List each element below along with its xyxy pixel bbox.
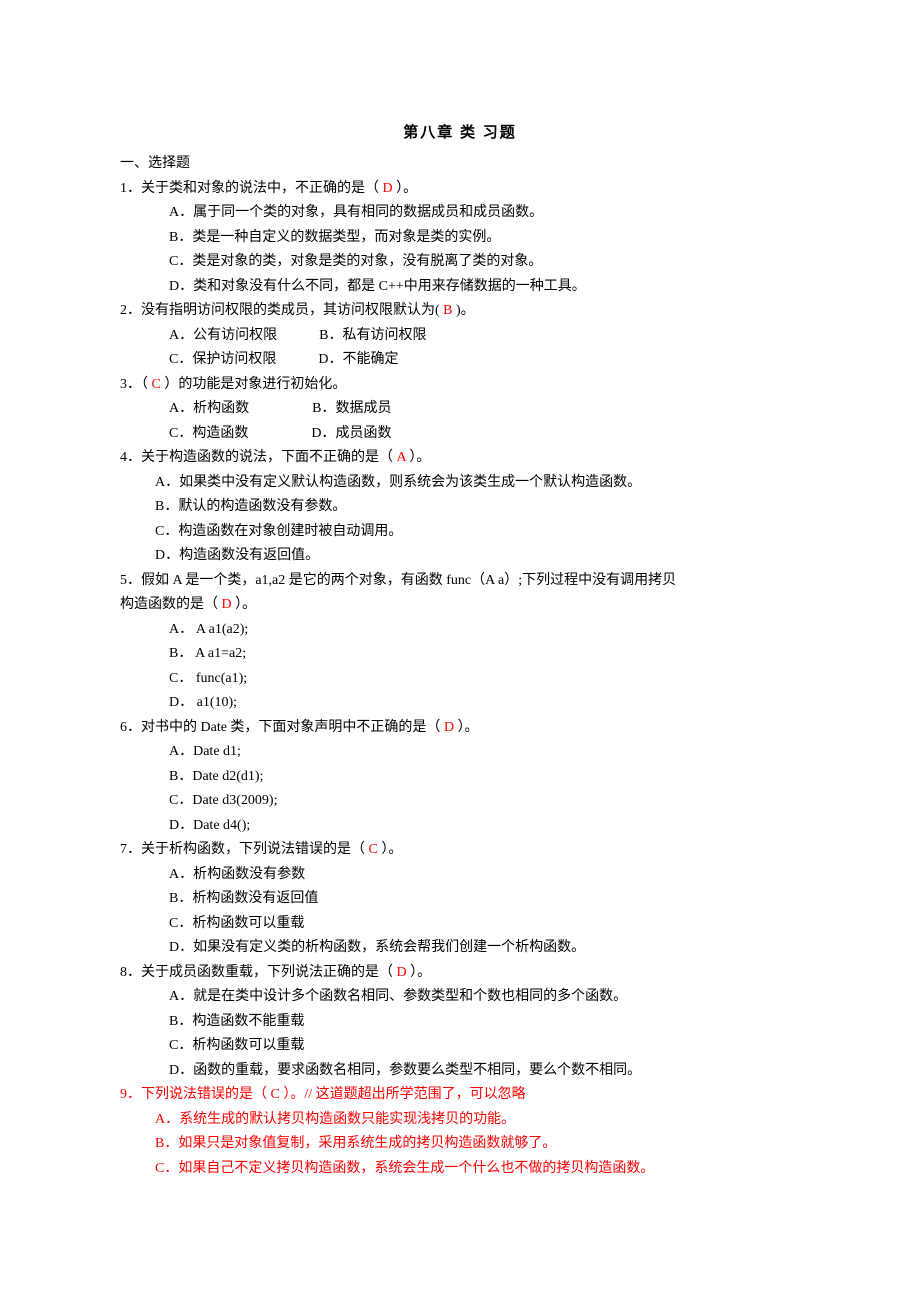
chapter-title: 第八章 类 习题 xyxy=(120,120,800,146)
q6-stem-b: ）。 xyxy=(454,720,479,735)
q6-options: A．Date d1; B．Date d2(d1); C．Date d3(2009… xyxy=(120,740,800,838)
q1-option-a: A．属于同一个类的对象，具有相同的数据成员和成员函数。 xyxy=(169,201,800,226)
q9-option-a: A．系统生成的默认拷贝构造函数只能实现浅拷贝的功能。 xyxy=(155,1108,800,1133)
q1-stem-b: ）。 xyxy=(393,181,418,196)
q9-options: A．系统生成的默认拷贝构造函数只能实现浅拷贝的功能。 B．如果只是对象值复制，采… xyxy=(120,1108,800,1182)
question-9: 9．下列说法错误的是（ C ）。// 这道题超出所学范围了，可以忽略 A．系统生… xyxy=(120,1083,800,1181)
q5-option-b: B． A a1=a2; xyxy=(169,642,800,667)
q4-option-c: C．构造函数在对象创建时被自动调用。 xyxy=(155,520,800,545)
question-2: 2．没有指明访问权限的类成员，其访问权限默认为( B )。 A．公有访问权限 B… xyxy=(120,299,800,373)
q3-option-row1: A．析构函数 B．数据成员 xyxy=(169,397,800,422)
q2-stem-b: )。 xyxy=(453,303,475,318)
q7-option-d: D．如果没有定义类的析构函数，系统会帮我们创建一个析构函数。 xyxy=(169,936,800,961)
q8-option-a: A．就是在类中设计多个函数名相同、参数类型和个数也相同的多个函数。 xyxy=(169,985,800,1010)
q7-stem-b: ）。 xyxy=(378,842,403,857)
q8-options: A．就是在类中设计多个函数名相同、参数类型和个数也相同的多个函数。 B．构造函数… xyxy=(120,985,800,1083)
q1-option-d: D．类和对象没有什么不同，都是 C++中用来存储数据的一种工具。 xyxy=(169,275,800,300)
q4-option-d: D．构造函数没有返回值。 xyxy=(155,544,800,569)
q6-option-d: D．Date d4(); xyxy=(169,814,800,839)
q8-stem-b: ）。 xyxy=(407,965,432,980)
q4-stem-b: ）。 xyxy=(406,450,431,465)
q5-line1: 5．假如 A 是一个类，a1,a2 是它的两个对象，有函数 func（A a）;… xyxy=(120,569,800,594)
q7-options: A．析构函数没有参数 B．析构函数没有返回值 C．析构函数可以重载 D．如果没有… xyxy=(120,863,800,961)
q3-options: A．析构函数 B．数据成员 C．构造函数 D．成员函数 xyxy=(120,397,800,446)
question-1: 1．关于类和对象的说法中，不正确的是（ D ）。 A．属于同一个类的对象，具有相… xyxy=(120,177,800,300)
q7-stem-a: 7．关于析构函数，下列说法错误的是（ xyxy=(120,842,369,857)
q2-option-row2: C．保护访问权限 D．不能确定 xyxy=(169,348,800,373)
q9-stem-b: ）。// 这道题超出所学范围了，可以忽略 xyxy=(280,1087,526,1102)
q5-option-d: D． a1(10); xyxy=(169,691,800,716)
q1-answer: D xyxy=(383,181,393,196)
section-heading: 一、选择题 xyxy=(120,152,800,177)
q4-option-b: B．默认的构造函数没有参数。 xyxy=(155,495,800,520)
q1-option-b: B．类是一种自定义的数据类型，而对象是类的实例。 xyxy=(169,226,800,251)
q6-option-c: C．Date d3(2009); xyxy=(169,789,800,814)
q8-stem-a: 8．关于成员函数重载，下列说法正确的是（ xyxy=(120,965,397,980)
q4-stem-a: 4．关于构造函数的说法，下面不正确的是（ xyxy=(120,450,397,465)
q1-options: A．属于同一个类的对象，具有相同的数据成员和成员函数。 B．类是一种自定义的数据… xyxy=(120,201,800,299)
question-5: 5．假如 A 是一个类，a1,a2 是它的两个对象，有函数 func（A a）;… xyxy=(120,569,800,716)
q2-option-row1: A．公有访问权限 B．私有访问权限 xyxy=(169,324,800,349)
q8-option-d: D．函数的重载，要求函数名相同，参数要么类型不相同，要么个数不相同。 xyxy=(169,1059,800,1084)
q6-option-b: B．Date d2(d1); xyxy=(169,765,800,790)
question-8: 8．关于成员函数重载，下列说法正确的是（ D ）。 A．就是在类中设计多个函数名… xyxy=(120,961,800,1084)
q8-option-b: B．构造函数不能重载 xyxy=(169,1010,800,1035)
q3-stem-b: ）的功能是对象进行初始化。 xyxy=(161,377,347,392)
q9-answer: C xyxy=(271,1087,280,1102)
q6-stem-a: 6．对书中的 Date 类，下面对象声明中不正确的是（ xyxy=(120,720,444,735)
q5-options: A． A a1(a2); B． A a1=a2; C． func(a1); D．… xyxy=(120,618,800,716)
q5-answer: D xyxy=(222,597,232,612)
q4-answer: A xyxy=(397,450,406,465)
q1-option-c: C．类是对象的类，对象是类的对象，没有脱离了类的对象。 xyxy=(169,250,800,275)
question-6: 6．对书中的 Date 类，下面对象声明中不正确的是（ D ）。 A．Date … xyxy=(120,716,800,839)
q5-option-a: A． A a1(a2); xyxy=(169,618,800,643)
q6-answer: D xyxy=(444,720,454,735)
q2-stem-a: 2．没有指明访问权限的类成员，其访问权限默认为( xyxy=(120,303,443,318)
q3-stem-a: 3．（ xyxy=(120,377,152,392)
q8-option-c: C．析构函数可以重载 xyxy=(169,1034,800,1059)
q5-option-c: C． func(a1); xyxy=(169,667,800,692)
q2-answer: B xyxy=(443,303,452,318)
q7-option-b: B．析构函数没有返回值 xyxy=(169,887,800,912)
q9-option-c: C．如果自己不定义拷贝构造函数，系统会生成一个什么也不做的拷贝构造函数。 xyxy=(155,1157,800,1182)
question-7: 7．关于析构函数，下列说法错误的是（ C ）。 A．析构函数没有参数 B．析构函… xyxy=(120,838,800,961)
q3-answer: C xyxy=(152,377,161,392)
q2-options: A．公有访问权限 B．私有访问权限 C．保护访问权限 D．不能确定 xyxy=(120,324,800,373)
q9-option-b: B．如果只是对象值复制，采用系统生成的拷贝构造函数就够了。 xyxy=(155,1132,800,1157)
question-3: 3．（ C ）的功能是对象进行初始化。 A．析构函数 B．数据成员 C．构造函数… xyxy=(120,373,800,447)
q6-option-a: A．Date d1; xyxy=(169,740,800,765)
q4-options: A．如果类中没有定义默认构造函数，则系统会为该类生成一个默认构造函数。 B．默认… xyxy=(120,471,800,569)
q9-stem-a: 9．下列说法错误的是（ xyxy=(120,1087,271,1102)
question-4: 4．关于构造函数的说法，下面不正确的是（ A ）。 A．如果类中没有定义默认构造… xyxy=(120,446,800,569)
q8-answer: D xyxy=(397,965,407,980)
q7-answer: C xyxy=(369,842,378,857)
q1-stem-a: 1．关于类和对象的说法中，不正确的是（ xyxy=(120,181,383,196)
q7-option-c: C．析构函数可以重载 xyxy=(169,912,800,937)
q4-option-a: A．如果类中没有定义默认构造函数，则系统会为该类生成一个默认构造函数。 xyxy=(155,471,800,496)
q5-line2b: ）。 xyxy=(232,597,257,612)
q5-line2a: 构造函数的是（ xyxy=(120,597,222,612)
q3-option-row2: C．构造函数 D．成员函数 xyxy=(169,422,800,447)
q7-option-a: A．析构函数没有参数 xyxy=(169,863,800,888)
